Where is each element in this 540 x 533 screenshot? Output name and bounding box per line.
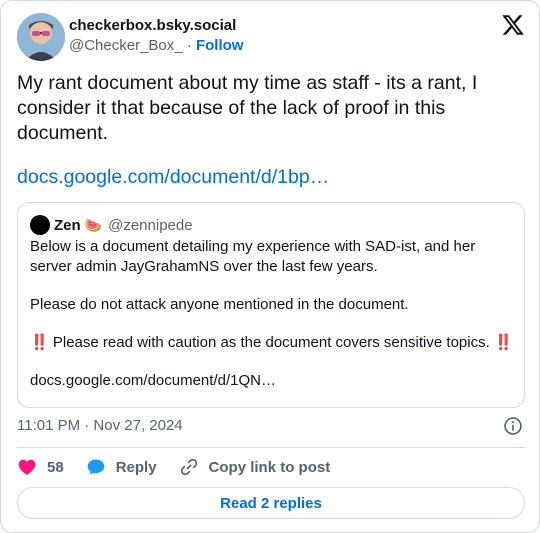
post-text: My rant document about my time as staff …: [17, 72, 478, 144]
author-display-name[interactable]: checkerbox.bsky.social: [69, 16, 243, 36]
copy-link-button[interactable]: Copy link to post: [179, 457, 331, 477]
quoted-caution-text: Please read with caution as the document…: [52, 334, 490, 351]
reply-label: Reply: [115, 458, 157, 476]
heart-icon: [18, 459, 36, 475]
quoted-paragraph-1: Below is a document detailing my experie…: [30, 238, 476, 275]
post-timestamp[interactable]: 11:01 PM · Nov 27, 2024: [17, 416, 183, 436]
quoted-post[interactable]: Zen 🍉 @zennipede Below is a document det…: [17, 202, 525, 408]
copy-link-label: Copy link to post: [208, 458, 331, 476]
like-button[interactable]: 58: [17, 457, 64, 477]
author-handle[interactable]: @Checker_Box_: [69, 37, 183, 54]
read-replies-button[interactable]: Read 2 replies: [17, 487, 525, 519]
like-count: 58: [47, 458, 64, 476]
follow-button[interactable]: Follow: [196, 37, 244, 54]
quoted-paragraph-2: Please do not attack anyone mentioned in…: [30, 296, 409, 313]
info-icon[interactable]: [503, 416, 523, 436]
quoted-paragraph-3: ‼️ Please read with caution as the docum…: [30, 333, 514, 353]
separator-dot: ·: [186, 37, 192, 54]
post-card: checkerbox.bsky.social @Checker_Box_ · F…: [0, 0, 540, 533]
x-logo-icon[interactable]: [501, 13, 525, 37]
post-link[interactable]: docs.google.com/document/d/1bp…: [17, 165, 329, 190]
author-avatar[interactable]: [17, 13, 65, 61]
quoted-author-name: Zen: [54, 216, 81, 234]
double-exclamation-icon: ‼️: [30, 334, 49, 351]
quoted-author-handle: @zennipede: [108, 216, 193, 234]
quoted-author-avatar: [30, 215, 50, 235]
watermelon-icon: 🍉: [84, 216, 103, 233]
link-icon: [180, 458, 197, 476]
divider: [17, 447, 525, 448]
double-exclamation-icon: ‼️: [493, 334, 513, 351]
quoted-link[interactable]: docs.google.com/document/d/1QN…: [30, 371, 514, 391]
reply-button[interactable]: Reply: [86, 457, 157, 477]
avatar-image: [17, 13, 65, 61]
action-bar: 58 Reply Copy link to post: [17, 457, 352, 477]
post-header: checkerbox.bsky.social @Checker_Box_ · F…: [17, 13, 525, 61]
speech-bubble-icon: [87, 459, 105, 475]
